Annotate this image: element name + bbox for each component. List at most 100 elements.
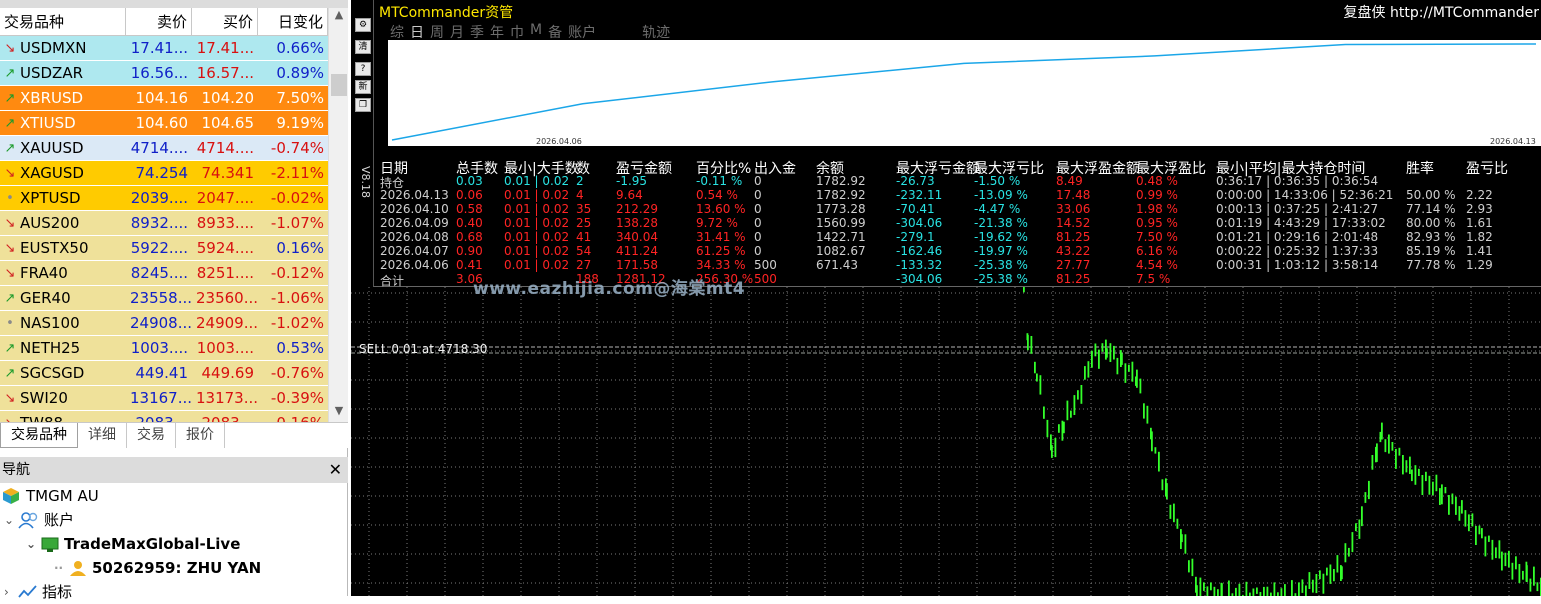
table-row[interactable]: ↗ SGCSGD 449.41 449.69 -0.76% <box>0 361 328 386</box>
mtc-site-link[interactable]: 复盘侠 http://MTCommander <box>1344 2 1539 22</box>
header-bid[interactable]: 卖价 <box>126 8 192 36</box>
candle <box>1166 483 1168 500</box>
table-row[interactable]: • XPTUSD 2039.... 2047.... -0.02% <box>0 186 328 211</box>
candle <box>1087 361 1090 378</box>
candle <box>1161 479 1164 491</box>
candle <box>1478 525 1481 535</box>
candle <box>1213 586 1216 596</box>
table-row[interactable]: ↗ XTIUSD 104.60 104.65 9.19% <box>0 111 328 136</box>
candle <box>1238 583 1241 596</box>
ask-price: 23560... <box>196 289 258 307</box>
tree-item-indicators[interactable]: › 指标 <box>4 580 72 604</box>
table-row[interactable]: ↘ EUSTX50 5922.... 5924.... 0.16% <box>0 236 328 261</box>
table-row[interactable]: ↘ FRA40 8245.... 8251.... -0.12% <box>0 261 328 286</box>
tree-item-account[interactable]: ·· 50262959: ZHU YAN <box>54 556 261 580</box>
mtc-tab[interactable]: 季 <box>470 22 484 42</box>
stats-cell: 0.54 % <box>696 188 738 202</box>
tab-symbols[interactable]: 交易品种 <box>0 423 78 448</box>
table-row[interactable]: ↗ NETH25 1003.... 1003.... 0.53% <box>0 336 328 361</box>
mtc-side-toolbar: ⚙ 清 ? 新 ❐ V8.18 <box>353 0 373 200</box>
new-button[interactable]: 新 <box>355 80 371 94</box>
stats-cell: 4 <box>576 188 584 202</box>
daily-change: -0.12% <box>270 264 324 282</box>
mtc-tab[interactable]: 年 <box>490 22 504 42</box>
table-row[interactable]: ↗ XBRUSD 104.16 104.20 7.50% <box>0 86 328 111</box>
stats-cell: 0.40 <box>456 216 483 230</box>
table-row[interactable]: ↘ AUS200 8932.... 8933.... -1.07% <box>0 211 328 236</box>
table-row[interactable]: ↘ SWI20 13167... 13173... -0.39% <box>0 386 328 411</box>
stats-cell: -25.38 % <box>974 272 1028 286</box>
tree-item-server[interactable]: ⌄ TradeMaxGlobal-Live <box>26 532 240 556</box>
mtc-tab[interactable]: 巾 <box>510 22 524 42</box>
chevron-right-icon[interactable]: › <box>4 580 18 604</box>
bid-price: 8245.... <box>130 264 188 282</box>
stats-cell: 合计 <box>380 274 405 288</box>
table-row[interactable]: ↗ GER40 23558... 23560... -1.06% <box>0 286 328 311</box>
table-row[interactable]: ↘ USDMXN 17.41... 17.41... 0.66% <box>0 36 328 61</box>
chevron-down-icon[interactable]: ⌄ <box>26 532 40 556</box>
price-chart[interactable] <box>351 287 1541 596</box>
symbol-name: SWI20 <box>20 388 68 407</box>
mtc-tab[interactable]: 日 <box>410 22 424 42</box>
stats-cell: 0:00:22 | 0:25:32 | 1:37:33 <box>1216 244 1379 258</box>
stats-cell: 0:00:31 | 1:03:12 | 3:58:14 <box>1216 258 1379 272</box>
sell-order-line-label[interactable]: SELL 0.01 at 4718.30 <box>359 342 487 356</box>
scroll-thumb[interactable] <box>331 74 347 96</box>
candle <box>1448 495 1450 515</box>
mtc-tab[interactable]: 账户 <box>568 22 596 42</box>
table-row[interactable]: ↗ XAUUSD 4714.... 4714.... -0.74% <box>0 136 328 161</box>
dot-icon: • <box>6 315 14 331</box>
candle <box>1252 588 1255 596</box>
tab-trading[interactable]: 交易 <box>127 423 176 448</box>
table-row[interactable]: ↘TW882083...2083...-0.16% <box>0 411 328 422</box>
stats-cell: 0:36:17 | 0:36:35 | 0:36:54 <box>1216 174 1379 188</box>
candle <box>1284 584 1286 596</box>
candle <box>1488 535 1490 542</box>
mtc-tab[interactable]: 月 <box>450 22 464 42</box>
stats-cell: -304.06 <box>896 272 943 286</box>
market-watch-scrollbar[interactable]: ▲ ▼ <box>328 8 348 422</box>
window-icon[interactable]: ❐ <box>355 98 371 112</box>
candle <box>1411 469 1413 482</box>
indicator-icon <box>18 585 37 598</box>
tab-ticks[interactable]: 报价 <box>176 423 225 448</box>
mtc-tab[interactable]: 轨迹 <box>642 22 670 42</box>
ask-price: 8933.... <box>196 214 254 232</box>
stats-cell: 41 <box>576 230 592 244</box>
arrow-up-icon: ↗ <box>4 115 16 131</box>
header-symbol[interactable]: 交易品种 <box>0 8 126 36</box>
stats-cell: -279.1 <box>896 230 935 244</box>
candle <box>1341 566 1343 580</box>
stats-cell: 0.01 | 0.02 <box>504 188 570 202</box>
stats-cell: -1.50 % <box>974 174 1021 188</box>
mtc-tab[interactable]: 备 <box>548 22 562 42</box>
stats-cell: 54 <box>576 244 592 258</box>
chart-window[interactable]: SELL 0.01 at 4718.30 ⚙ 清 ? 新 ❐ V8.18 MTC… <box>351 0 1541 596</box>
daily-change: -0.76% <box>270 364 324 382</box>
tab-details[interactable]: 详细 <box>78 423 127 448</box>
candle <box>1529 578 1532 592</box>
stats-cell: 2.93 <box>1466 202 1493 216</box>
symbol-name: TW88 <box>20 411 63 423</box>
arrow-up-icon: ↗ <box>4 290 16 306</box>
chevron-down-icon[interactable]: ⌄ <box>4 508 18 532</box>
clear-button[interactable]: 清 <box>355 40 371 54</box>
header-change[interactable]: 日变化 <box>258 8 328 36</box>
table-row[interactable]: ↘ XAGUSD 74.254 74.341 -2.11% <box>0 161 328 186</box>
mtc-tab[interactable]: 综 <box>390 22 404 42</box>
ask-price: 104.65 <box>201 114 255 132</box>
tree-item-accounts[interactable]: ⌄ 账户 <box>4 508 74 532</box>
mtc-tab[interactable]: 周 <box>430 22 444 42</box>
mtc-tab[interactable]: M <box>530 22 542 42</box>
stats-cell: 0.41 <box>456 258 483 272</box>
scroll-down-icon[interactable]: ▼ <box>329 404 349 420</box>
help-button[interactable]: ? <box>355 62 371 76</box>
close-icon[interactable]: ✕ <box>329 457 342 483</box>
tree-item-broker[interactable]: TMGM AU <box>2 484 99 508</box>
table-row[interactable]: • NAS100 24908... 24909... -1.02% <box>0 311 328 336</box>
header-ask[interactable]: 买价 <box>192 8 258 36</box>
candle <box>1435 474 1438 492</box>
table-row[interactable]: ↗ USDZAR 16.56... 16.57... 0.89% <box>0 61 328 86</box>
scroll-up-icon[interactable]: ▲ <box>329 8 349 24</box>
settings-icon[interactable]: ⚙ <box>355 18 371 32</box>
